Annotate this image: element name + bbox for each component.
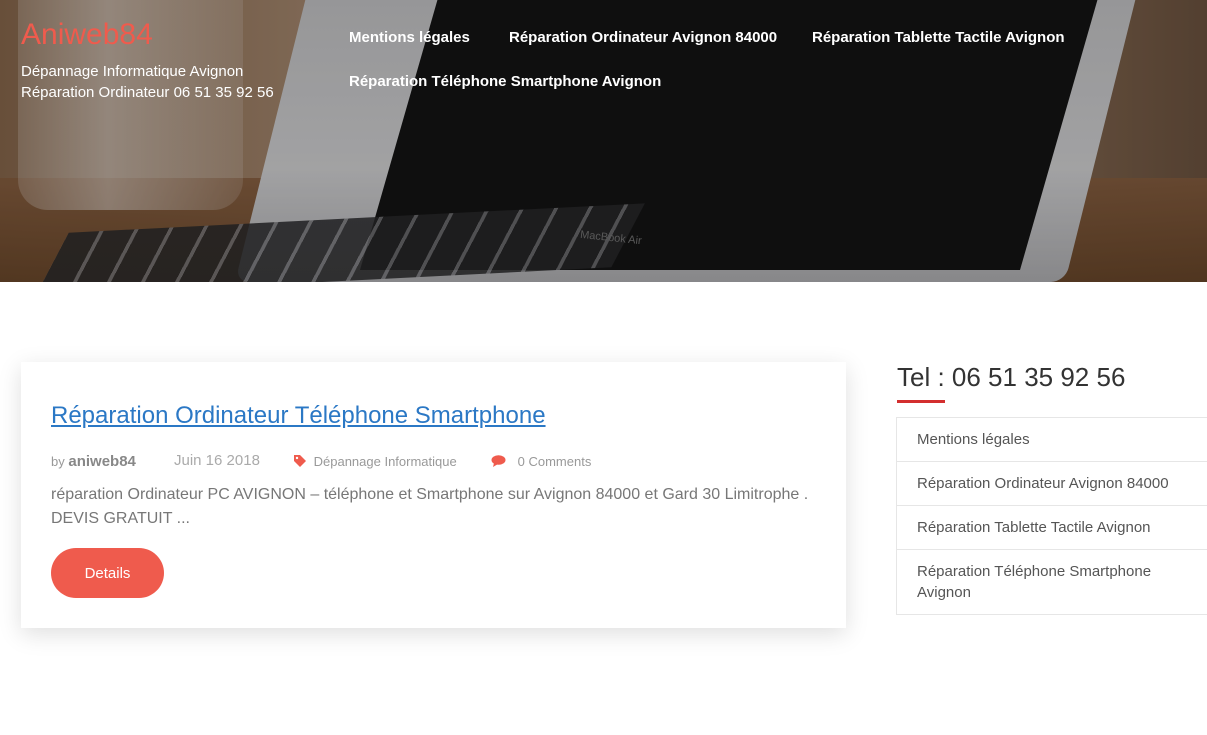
comment-icon: [491, 454, 510, 469]
post-excerpt: réparation Ordinateur PC AVIGNON – télép…: [51, 486, 809, 527]
post-title-link[interactable]: Réparation Ordinateur Téléphone Smartpho…: [51, 402, 546, 430]
sidebar-widget-title: Tel : 06 51 35 92 56: [897, 362, 1126, 392]
post-comments: 0 Comments: [491, 454, 591, 469]
tag-icon: [294, 454, 311, 469]
nav-item-reparation-tablette[interactable]: Réparation Tablette Tactile Avignon: [812, 29, 1065, 46]
nav-item-reparation-telephone[interactable]: Réparation Téléphone Smartphone Avignon: [349, 73, 661, 90]
sidebar-link-reparation-ordinateur[interactable]: Réparation Ordinateur Avignon 84000: [917, 475, 1169, 492]
details-button[interactable]: Details: [51, 548, 164, 598]
post-category: Dépannage Informatique: [294, 454, 457, 469]
sidebar-menu: Mentions légales Réparation Ordinateur A…: [896, 417, 1207, 615]
sidebar-link-reparation-tablette[interactable]: Réparation Tablette Tactile Avignon: [917, 519, 1151, 536]
post-category-link[interactable]: Dépannage Informatique: [314, 454, 457, 469]
sidebar-item-reparation-tablette: Réparation Tablette Tactile Avignon: [897, 506, 1207, 550]
sidebar-item-reparation-telephone: Réparation Téléphone Smartphone Avignon: [897, 550, 1207, 615]
site-tagline: Dépannage Informatique Avignon Réparatio…: [21, 63, 274, 101]
sidebar-link-mentions-legales[interactable]: Mentions légales: [917, 431, 1030, 448]
post-comments-link[interactable]: 0 Comments: [518, 454, 592, 469]
sidebar-item-reparation-ordinateur: Réparation Ordinateur Avignon 84000: [897, 462, 1207, 506]
hero-header: MacBook Air Aniweb84 Dépannage Informati…: [0, 0, 1207, 282]
post-date: Juin 16 2018: [174, 452, 260, 469]
post-author-byline: by aniweb84: [51, 453, 136, 470]
widget-title-underline: [897, 400, 945, 403]
sidebar-item-mentions-legales: Mentions légales: [897, 418, 1207, 462]
sidebar-link-reparation-telephone[interactable]: Réparation Téléphone Smartphone Avignon: [917, 563, 1151, 601]
post-card: Réparation Ordinateur Téléphone Smartpho…: [21, 362, 846, 628]
nav-item-reparation-ordinateur[interactable]: Réparation Ordinateur Avignon 84000: [509, 29, 777, 46]
by-label: by: [51, 454, 65, 469]
nav-item-mentions-legales[interactable]: Mentions légales: [349, 29, 470, 46]
site-title-link[interactable]: Aniweb84: [21, 18, 153, 52]
post-author-link[interactable]: aniweb84: [68, 453, 136, 470]
